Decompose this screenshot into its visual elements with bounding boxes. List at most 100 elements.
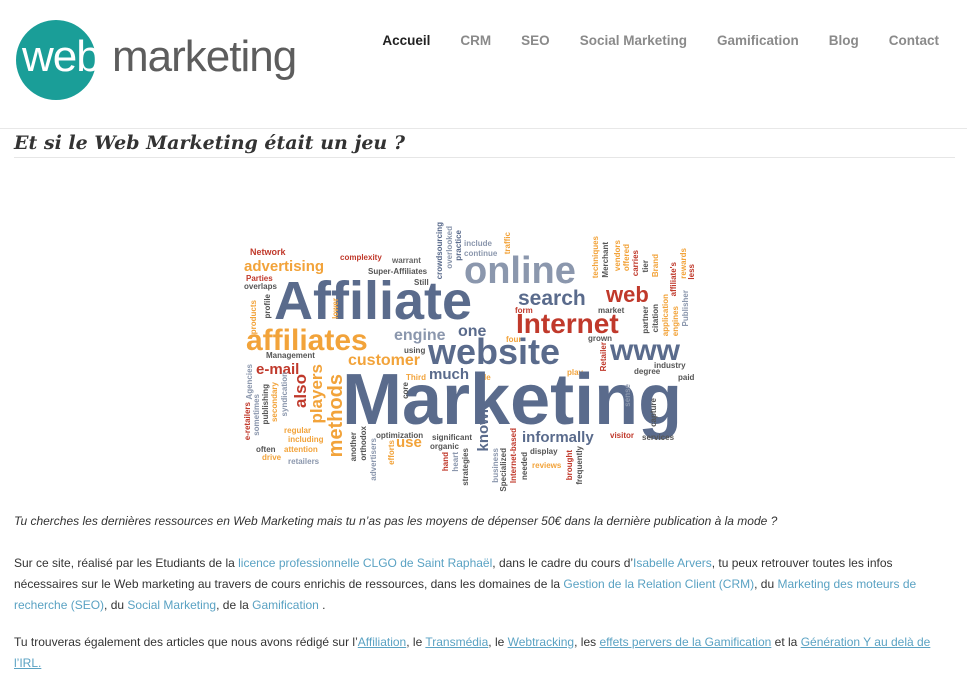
cloud-word: attention [284,445,318,454]
cloud-word: Merchant [601,242,610,278]
text-span: , dans le cadre du cours d’ [492,556,634,570]
cloud-word: organic [430,442,459,451]
text-span: , du [754,577,778,591]
cloud-word: another [349,432,358,462]
cloud-word: offered [622,244,631,272]
logo-web-text: web [22,32,101,81]
cloud-word: overlaps [244,282,277,291]
cloud-word: services [642,433,675,442]
cloud-word: syndication [280,372,289,417]
cloud-word: e-retailers [243,402,252,441]
cloud-word: heart [451,452,460,472]
cloud-word: retailers [288,457,320,466]
cloud-word: complexity [340,253,382,262]
cloud-word: warrant [392,256,421,265]
cloud-word: vendors [613,240,622,272]
nav-crm[interactable]: CRM [460,33,491,48]
link-transmedia[interactable]: Transmédia [425,635,488,649]
cloud-word: Publisher [681,290,690,327]
cloud-word: engines [671,306,680,337]
link-crm[interactable]: Gestion de la Relation Client (CRM) [563,577,754,591]
text-span: , les [574,635,600,649]
intro-text: Tu cherches les dernières ressources en … [14,514,778,528]
cloud-word: sometimes [252,394,261,436]
site-header: web marketing Accueil CRM SEO Social Mar… [0,0,967,128]
cloud-word: capture [649,398,658,427]
cloud-word: including [288,435,324,444]
cloud-word: sense [623,384,632,407]
cloud-word: Network [250,247,286,257]
cloud-word: informally [522,429,594,446]
cloud-word: advertisers [369,438,378,481]
cloud-word: overlooked [445,226,454,269]
cloud-word: Specialized [499,448,508,492]
cloud-word: visitor [610,431,635,440]
word-cloud-image: Network complexity warrant advertising S… [236,214,736,496]
cloud-word: efforts [387,440,396,465]
paragraph-site-info: Sur ce site, réalisé par les Etudiants d… [14,553,949,616]
cloud-word: brought [565,450,574,481]
link-webtracking[interactable]: Webtracking [508,635,574,649]
cloud-word: traffic [503,232,512,255]
cloud-word: continue [464,249,498,258]
cloud-word: web [606,282,649,307]
cloud-word: known [475,404,492,452]
cloud-word: Brand [651,254,660,278]
link-gamification[interactable]: Gamification [252,598,319,612]
cloud-word: profile [263,294,272,319]
cloud-word: tier [641,260,650,273]
site-logo[interactable]: web marketing [16,18,297,108]
cloud-word: secondary [270,382,279,423]
cloud-word: core [401,382,410,399]
cloud-word: citation [651,304,660,333]
text-span: Sur ce site, réalisé par les Etudiants d… [14,556,239,570]
text-span: . [318,598,326,612]
nav-seo[interactable]: SEO [521,33,550,48]
cloud-word: drive [262,453,282,462]
cloud-word: reviews [532,461,562,470]
page-title: Et si le Web Marketing était un jeu ? [14,132,405,154]
nav-contact[interactable]: Contact [889,33,939,48]
cloud-word: Management [266,351,315,360]
text-span: , le [406,635,426,649]
cloud-word: hand [441,452,450,472]
cloud-word: application [661,294,670,337]
logo-marketing-text: marketing [112,32,297,81]
cloud-word: methods [325,374,347,458]
text-span: , de la [216,598,253,612]
nav-accueil[interactable]: Accueil [382,33,430,48]
text-span: , le [488,635,508,649]
link-effets-pervers[interactable]: effets pervers de la Gamification [599,635,771,649]
cloud-word: products [249,300,258,335]
cloud-word: significant [432,433,473,442]
nav-social-marketing[interactable]: Social Marketing [580,33,687,48]
cloud-word: less [687,264,696,280]
cloud-word: include [464,239,493,248]
cloud-word: strategies [461,448,470,486]
link-isabelle-arvers[interactable]: Isabelle Arvers [633,556,712,570]
cloud-word: players [307,364,326,424]
cloud-word: Retailer [599,342,608,372]
title-divider [14,157,955,158]
cloud-word: display [530,447,558,456]
cloud-word: lower [331,298,340,319]
nav-blog[interactable]: Blog [829,33,859,48]
cloud-word: practice [454,230,463,261]
nav-gamification[interactable]: Gamification [717,33,799,48]
cloud-word: use [396,434,422,451]
text-span: Tu trouveras également des articles que … [14,635,358,649]
link-licence-clgo[interactable]: licence professionnelle CLGO de Saint Ra… [238,556,492,570]
cloud-word: publishing [261,384,270,425]
cloud-word: partner [641,306,650,334]
cloud-word: frequently [575,446,584,485]
link-affiliation[interactable]: Affiliation [358,635,406,649]
cloud-word: crowdsourcing [435,222,444,280]
main-nav: Accueil CRM SEO Social Marketing Gamific… [352,33,939,48]
cloud-word: Internet-based [509,428,518,484]
paragraph-articles: Tu trouveras également des articles que … [14,632,949,674]
cloud-word: needed [520,452,529,481]
text-span: , du [104,598,128,612]
link-social-marketing[interactable]: Social Marketing [127,598,216,612]
text-span: et la [771,635,801,649]
cloud-word: orthodox [359,426,368,461]
